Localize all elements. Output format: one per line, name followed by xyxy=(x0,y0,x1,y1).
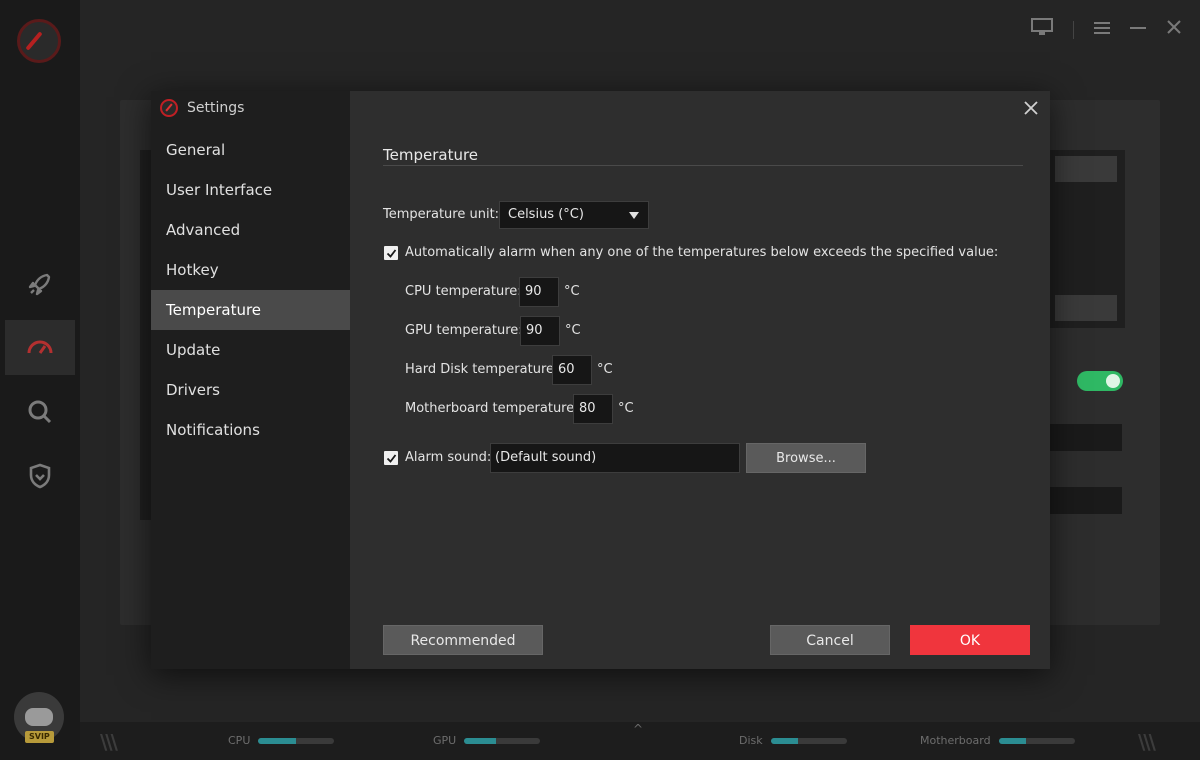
shield-icon[interactable] xyxy=(5,448,75,503)
dialog-title: Settings xyxy=(160,98,244,118)
menu-icon[interactable] xyxy=(1094,19,1110,40)
nav-item-general[interactable]: General xyxy=(151,130,350,170)
svip-badge: SVIP xyxy=(25,731,54,743)
dropdown-arrow-icon xyxy=(629,212,639,219)
cancel-button[interactable]: Cancel xyxy=(770,625,890,655)
settings-nav: Settings General User Interface Advanced… xyxy=(151,91,350,669)
disk-meter: Disk xyxy=(739,734,847,747)
gpu-meter-fill xyxy=(464,737,497,744)
section-title: Temperature xyxy=(383,146,479,164)
nav-item-user-interface[interactable]: User Interface xyxy=(151,170,350,210)
gpu-meter: GPU xyxy=(433,734,541,747)
window-close-icon[interactable] xyxy=(1166,19,1182,40)
cpu-temperature-unit: °C xyxy=(564,284,580,299)
disk-temperature-input[interactable]: 60 xyxy=(552,355,592,385)
status-decoration: \\\ xyxy=(1138,730,1156,754)
scan-search-icon[interactable] xyxy=(5,384,75,439)
dialog-title-text: Settings xyxy=(187,100,245,116)
temperature-unit-label: Temperature unit: xyxy=(383,207,500,222)
gpu-temperature-unit: °C xyxy=(565,323,581,338)
alarm-sound-label: Alarm sound: xyxy=(405,450,492,465)
auto-alarm-checkbox[interactable] xyxy=(384,246,398,260)
alarm-sound-checkbox[interactable] xyxy=(384,451,398,465)
close-icon[interactable] xyxy=(1020,97,1042,119)
checkmark-icon xyxy=(386,453,396,463)
browse-button[interactable]: Browse... xyxy=(746,443,866,473)
app-sidebar: SVIP xyxy=(0,0,80,760)
cpu-meter-fill xyxy=(258,737,297,744)
nav-item-drivers[interactable]: Drivers xyxy=(151,370,350,410)
temperature-unit-select[interactable]: Celsius (°C) xyxy=(499,201,649,229)
cpu-meter-label: CPU xyxy=(228,734,251,747)
app-logo-icon xyxy=(160,99,178,117)
cpu-temperature-label: CPU temperature: xyxy=(405,284,522,299)
nav-item-update[interactable]: Update xyxy=(151,330,350,370)
background-field xyxy=(1050,487,1122,514)
section-divider xyxy=(383,165,1023,166)
ok-button[interactable]: OK xyxy=(910,625,1030,655)
motherboard-meter-fill xyxy=(998,737,1026,744)
background-toggle[interactable] xyxy=(1077,371,1123,391)
motherboard-temperature-label: Motherboard temperature: xyxy=(405,401,579,416)
app-logo xyxy=(17,19,61,63)
disk-meter-fill xyxy=(770,737,798,744)
disk-temperature-unit: °C xyxy=(597,362,613,377)
nav-item-temperature[interactable]: Temperature xyxy=(151,290,350,330)
gpu-temperature-input[interactable]: 90 xyxy=(520,316,560,346)
alarm-sound-field[interactable]: (Default sound) xyxy=(490,443,740,473)
checkmark-icon xyxy=(386,248,396,258)
rocket-icon[interactable] xyxy=(5,256,75,311)
motherboard-meter: Motherboard xyxy=(920,734,1075,747)
background-graph-header xyxy=(1055,156,1117,182)
nav-item-notifications[interactable]: Notifications xyxy=(151,410,350,450)
chevron-up-icon[interactable]: ^ xyxy=(633,722,643,736)
motherboard-temperature-input[interactable]: 80 xyxy=(573,394,613,424)
settings-dialog: Settings General User Interface Advanced… xyxy=(151,91,1050,669)
status-decoration: \\\ xyxy=(100,730,118,754)
status-bar: \\\ CPU GPU ^ Disk Motherboard \\\ xyxy=(80,722,1200,760)
disk-temperature-label: Hard Disk temperature: xyxy=(405,362,559,377)
monitor-icon[interactable] xyxy=(1031,18,1053,41)
nav-item-hotkey[interactable]: Hotkey xyxy=(151,250,350,290)
window-controls xyxy=(1031,18,1182,41)
nav-item-advanced[interactable]: Advanced xyxy=(151,210,350,250)
temperature-unit-value: Celsius (°C) xyxy=(508,207,584,222)
speedometer-icon[interactable] xyxy=(5,320,75,375)
background-field xyxy=(1050,424,1122,451)
cpu-meter: CPU xyxy=(228,734,335,747)
gpu-temperature-label: GPU temperature: xyxy=(405,323,523,338)
cpu-temperature-input[interactable]: 90 xyxy=(519,277,559,307)
background-graph-footer xyxy=(1055,295,1117,321)
disk-meter-label: Disk xyxy=(739,734,763,747)
recommended-button[interactable]: Recommended xyxy=(383,625,543,655)
minimize-icon[interactable] xyxy=(1130,19,1146,40)
motherboard-meter-label: Motherboard xyxy=(920,734,991,747)
gpu-meter-label: GPU xyxy=(433,734,457,747)
motherboard-temperature-unit: °C xyxy=(618,401,634,416)
auto-alarm-label: Automatically alarm when any one of the … xyxy=(405,245,999,260)
